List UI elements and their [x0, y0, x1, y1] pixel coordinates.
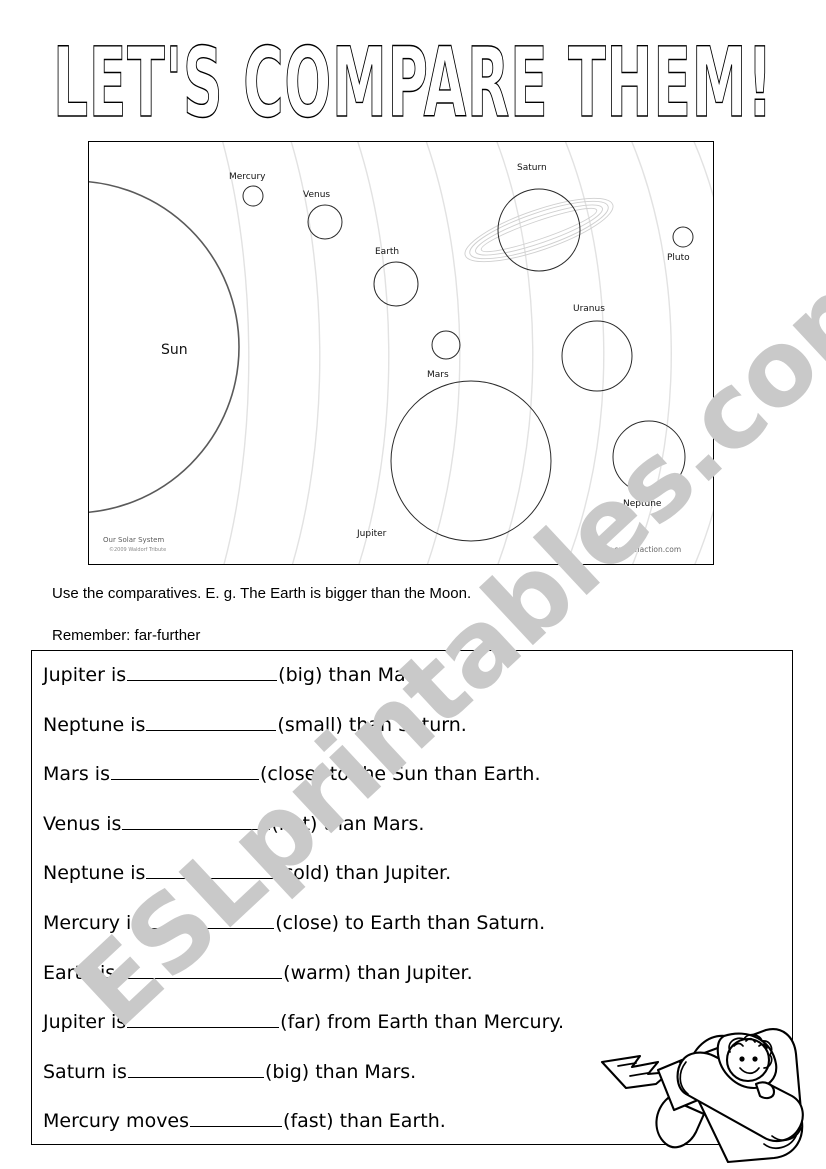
exercise-prompt-prefix: Jupiter is [43, 1011, 127, 1034]
sun-label: Sun [161, 342, 188, 358]
planet-uranus [561, 320, 633, 392]
exercise-prompt-suffix: (hot) than Mars. [271, 812, 425, 835]
planet-label-uranus: Uranus [573, 304, 605, 314]
title-outline-text: LET'S COMPARE THEM! [52, 26, 773, 139]
exercise-row: Neptune is (cold) than Jupiter. [43, 861, 451, 884]
exercise-prompt-prefix: Saturn is [43, 1060, 127, 1083]
exercise-answer-blank[interactable] [190, 1109, 283, 1128]
instruction-line-2: Remember: far-further [52, 627, 201, 644]
exercise-row: Neptune is (small) than Saturn. [43, 713, 467, 736]
exercise-prompt-suffix: (fast) than Earth. [283, 1110, 446, 1133]
planet-label-earth: Earth [375, 247, 399, 257]
orbit-arc-5 [496, 142, 534, 564]
exercise-row: Jupiter is (big) than Mars. [43, 663, 429, 686]
rocket-illustration [596, 1026, 814, 1166]
exercise-prompt-prefix: Mercury moves [43, 1110, 190, 1133]
planet-label-venus: Venus [303, 190, 330, 200]
planet-mars [431, 330, 461, 360]
solar-system-svg: Sun Mercury Venus Earth Mars Saturn Plut… [89, 142, 713, 564]
child-eye-right [752, 1056, 758, 1062]
exercise-prompt-prefix: Mercury is [43, 912, 142, 934]
exercise-answer-blank[interactable] [116, 961, 283, 979]
planet-pluto [672, 226, 694, 248]
rocket-svg [600, 1028, 804, 1164]
exercise-answer-blank[interactable] [127, 663, 278, 681]
exercise-prompt-suffix: (cold) than Jupiter. [275, 862, 452, 885]
planet-venus [307, 204, 343, 240]
child-eye-left [739, 1056, 745, 1062]
exercise-answer-blank[interactable] [142, 911, 275, 929]
solar-system-figure: Sun Mercury Venus Earth Mars Saturn Plut… [88, 141, 714, 565]
planet-label-neptune: Neptune [623, 499, 662, 509]
planet-mercury [242, 185, 264, 207]
exercise-prompt-suffix: (warm) than Jupiter. [283, 961, 473, 984]
exercise-prompt-suffix: (big) than Mars. [264, 1060, 417, 1083]
planet-label-pluto: Pluto [667, 253, 690, 263]
exercise-prompt-prefix: Neptune is [43, 862, 146, 885]
orbit-arc-2 [290, 142, 321, 564]
saturn-rings [464, 197, 614, 263]
exercise-prompt-prefix: Mars is [43, 763, 110, 786]
exercise-prompt-suffix: (close) to Earth than Saturn. [275, 912, 546, 934]
figure-credit: Our Solar System [103, 536, 164, 544]
orbit-arc-8 [693, 142, 713, 564]
planet-earth [373, 261, 419, 307]
figure-website: www.crayonaction.com [594, 545, 681, 554]
planet-label-mercury: Mercury [229, 172, 266, 182]
planet-label-mars: Mars [427, 370, 449, 380]
exercise-prompt-prefix: Neptune is [43, 713, 146, 736]
worksheet-page: LET'S COMPARE THEM! Sun Mercury Venus Ea… [0, 0, 826, 1169]
planet-label-jupiter: Jupiter [356, 529, 387, 539]
orbit-arc-3 [357, 142, 390, 564]
orbit-arc-4 [425, 142, 461, 564]
exercise-prompt-suffix: (big) than Mars. [278, 664, 430, 686]
exercise-row: Venus is (hot) than Mars. [43, 812, 424, 835]
exercise-prompt-suffix: (small) than Saturn. [277, 713, 467, 736]
title-text: LET'S COMPARE THEM! [53, 38, 773, 138]
planet-saturn [497, 188, 581, 272]
exercise-answer-blank[interactable] [146, 861, 275, 880]
exercise-answer-blank[interactable] [127, 1010, 280, 1029]
exercise-row: Earth is (warm) than Jupiter. [43, 961, 473, 984]
page-title: LET'S COMPARE THEM! [0, 26, 826, 139]
exercise-row: Saturn is (big) than Mars. [43, 1060, 416, 1083]
planet-jupiter [390, 380, 552, 542]
planet-neptune [612, 420, 686, 494]
exercise-prompt-prefix: Venus is [43, 812, 122, 835]
figure-credit-sub: ©2009 Waldorf Tribute [109, 546, 166, 553]
instruction-line-1: Use the comparatives. E. g. The Earth is… [52, 585, 472, 602]
exercise-prompt-suffix: (far) from Earth than Mercury. [280, 1011, 564, 1034]
exercise-answer-blank[interactable] [146, 713, 277, 731]
planet-label-saturn: Saturn [517, 163, 547, 173]
exercise-answer-blank[interactable] [110, 762, 259, 781]
exercise-prompt-prefix: Earth is [43, 961, 116, 984]
exercise-answer-blank[interactable] [122, 812, 271, 830]
exercise-row: Mercury is (close) to Earth than Saturn. [43, 911, 545, 934]
child-head [725, 1037, 771, 1083]
exercise-prompt-suffix: (close) to the Sun than Earth. [259, 763, 541, 786]
exercise-row: Mercury moves (fast) than Earth. [43, 1109, 446, 1132]
exercise-row: Jupiter is (far) from Earth than Mercury. [43, 1010, 564, 1033]
exercise-answer-blank[interactable] [127, 1060, 264, 1078]
exercise-row: Mars is (close) to the Sun than Earth. [43, 762, 541, 785]
exercise-prompt-prefix: Jupiter is [43, 664, 127, 686]
orbit-arc-1 [221, 142, 250, 564]
